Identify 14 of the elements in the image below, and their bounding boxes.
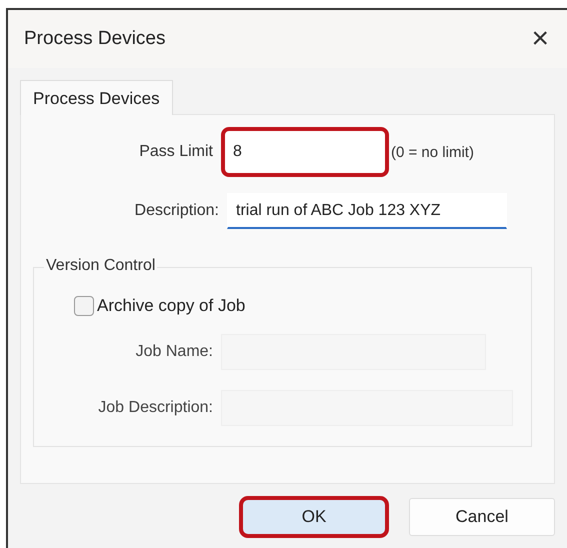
pass-limit-hint: (0 = no limit) bbox=[391, 144, 474, 160]
field-label: Job Description: bbox=[97, 399, 214, 417]
window-title: Process Devices bbox=[24, 28, 166, 50]
field-label: Job Name: bbox=[134, 343, 214, 361]
ok-button[interactable]: OK bbox=[239, 496, 389, 538]
description-field[interactable]: trial run of ABC Job 123 XYZ bbox=[227, 193, 507, 229]
checkbox-label[interactable]: Archive copy of Job bbox=[97, 296, 246, 316]
checkbox[interactable] bbox=[74, 296, 94, 316]
pass-limit-field[interactable]: 8 bbox=[221, 127, 389, 177]
pass-limit-label: Pass Limit bbox=[138, 143, 214, 161]
cancel-button[interactable]: Cancel bbox=[409, 498, 555, 536]
close-button[interactable]: × bbox=[525, 22, 555, 56]
description-label: Description: bbox=[134, 202, 220, 220]
tab[interactable]: Process Devices bbox=[20, 80, 173, 115]
